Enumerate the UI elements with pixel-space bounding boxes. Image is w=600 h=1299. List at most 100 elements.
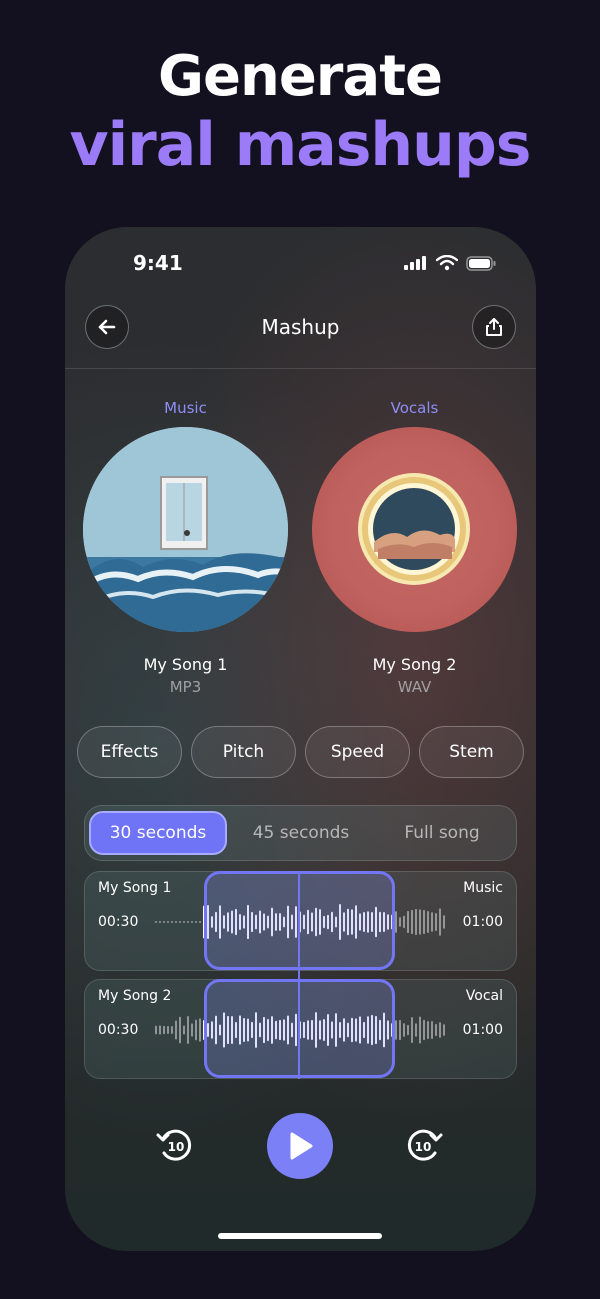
waveform-bar — [395, 1020, 397, 1040]
album-art-vocals[interactable] — [312, 427, 517, 632]
waveform-bar — [435, 1023, 437, 1037]
waveform-bar — [179, 921, 181, 923]
track-kind-label: Vocals — [390, 399, 439, 417]
skip-forward-10-icon[interactable]: 10 — [404, 1125, 444, 1165]
track-format: MP3 — [169, 678, 202, 696]
duration-selector: 30 seconds 45 seconds Full song — [84, 805, 517, 861]
waveform-bar — [175, 921, 177, 923]
phone-screen: 9:41 Mashup Music My Song 1 MP3 Vocals M… — [65, 227, 536, 1251]
waveform-bar — [427, 911, 429, 933]
playback-controls: 10 10 — [65, 1113, 536, 1183]
status-time: 9:41 — [133, 251, 183, 275]
waveform-bar — [191, 921, 193, 923]
track-kind-label: Music — [164, 399, 207, 417]
waveform-bar — [187, 1016, 189, 1044]
waveform-bar — [423, 1019, 425, 1041]
waveform-bar — [415, 908, 417, 936]
waveform-bar — [187, 921, 189, 923]
waveform-bar — [411, 1016, 413, 1044]
wifi-icon — [436, 255, 458, 271]
nav-bar: Mashup — [65, 305, 536, 353]
waveform-bar — [427, 1021, 429, 1039]
waveform-bar — [395, 911, 397, 933]
glowing-ring-art — [358, 473, 470, 585]
track-name: My Song 1 — [143, 655, 228, 674]
waveform-bar — [195, 1019, 197, 1041]
waveform-bar — [407, 1024, 409, 1036]
waveform-bar — [443, 915, 445, 929]
track-format: WAV — [397, 678, 432, 696]
pitch-button[interactable]: Pitch — [191, 726, 296, 778]
waveform-bar — [167, 921, 169, 923]
waveform-bar — [183, 921, 185, 923]
waveform-bar — [407, 910, 409, 934]
lane-start-time: 00:30 — [98, 914, 139, 930]
play-button[interactable] — [267, 1113, 333, 1179]
waveform-bar — [155, 921, 157, 923]
home-indicator — [218, 1233, 382, 1239]
header-divider — [65, 368, 536, 369]
lane-kind: Vocal — [465, 988, 503, 1004]
skip-forward-seconds: 10 — [415, 1140, 432, 1154]
tool-chips: Effects Pitch Speed Stem — [77, 726, 524, 778]
duration-option-full[interactable]: Full song — [373, 811, 511, 855]
waveform-bar — [199, 1018, 201, 1042]
waveform-bar — [159, 1025, 161, 1035]
cellular-signal-icon — [404, 256, 426, 270]
lane-end-time: 01:00 — [462, 1022, 503, 1038]
waveform-bar — [191, 1023, 193, 1037]
waveform-bar — [171, 921, 173, 923]
waveform-bar — [411, 909, 413, 935]
effects-button[interactable]: Effects — [77, 726, 182, 778]
waveform-bar — [435, 912, 437, 932]
speed-button[interactable]: Speed — [305, 726, 410, 778]
lane-start-time: 00:30 — [98, 1022, 139, 1038]
stem-button[interactable]: Stem — [419, 726, 524, 778]
waveform-bar — [419, 1016, 421, 1044]
music-track-card[interactable]: Music My Song 1 MP3 — [83, 399, 288, 696]
waveform-bar — [183, 1025, 185, 1035]
page-title: Mashup — [261, 315, 340, 339]
waveform-bar — [195, 921, 197, 923]
skip-back-10-icon[interactable]: 10 — [155, 1125, 195, 1165]
skip-back-seconds: 10 — [168, 1140, 185, 1154]
waveform-bar — [415, 1023, 417, 1037]
window-wave-art — [83, 427, 288, 632]
album-art-music[interactable] — [83, 427, 288, 632]
playhead[interactable] — [298, 871, 300, 1079]
waveform-bar — [431, 1020, 433, 1040]
waveform-bar — [163, 921, 165, 923]
waveform-bar — [419, 909, 421, 935]
waveform-bar — [403, 915, 405, 929]
waveform-bar — [399, 917, 401, 927]
headline-line-2: viral mashups — [69, 110, 531, 180]
play-icon — [290, 1132, 313, 1160]
waveform-bar — [167, 1025, 169, 1035]
waveform-bar — [159, 921, 161, 923]
waveform-bar — [179, 1016, 181, 1044]
lane-track-name: My Song 1 — [98, 880, 172, 896]
status-icons — [404, 255, 496, 271]
waveform-bar — [163, 1025, 165, 1035]
waveform-bar — [175, 1020, 177, 1040]
share-button[interactable] — [472, 305, 516, 349]
status-bar: 9:41 — [65, 251, 536, 281]
headline-line-1: Generate — [158, 44, 443, 109]
battery-icon — [466, 255, 496, 271]
waveform-bar — [199, 921, 201, 923]
duration-option-45s[interactable]: 45 seconds — [232, 811, 370, 855]
waveform-bar — [431, 912, 433, 932]
lane-track-name: My Song 2 — [98, 988, 172, 1004]
waveform-bar — [423, 909, 425, 935]
waveform-bar — [443, 1024, 445, 1036]
waveform-bar — [399, 1019, 401, 1041]
duration-option-30s[interactable]: 30 seconds — [89, 811, 227, 855]
waveform-bar — [403, 1023, 405, 1037]
share-icon — [486, 318, 502, 336]
waveform-bar — [155, 1025, 157, 1035]
waveform-bar — [439, 1022, 441, 1038]
vocals-track-card[interactable]: Vocals My Song 2 WAV — [312, 399, 517, 696]
waveform-bar — [171, 1025, 173, 1035]
track-name: My Song 2 — [372, 655, 457, 674]
waveform-bar — [439, 908, 441, 936]
